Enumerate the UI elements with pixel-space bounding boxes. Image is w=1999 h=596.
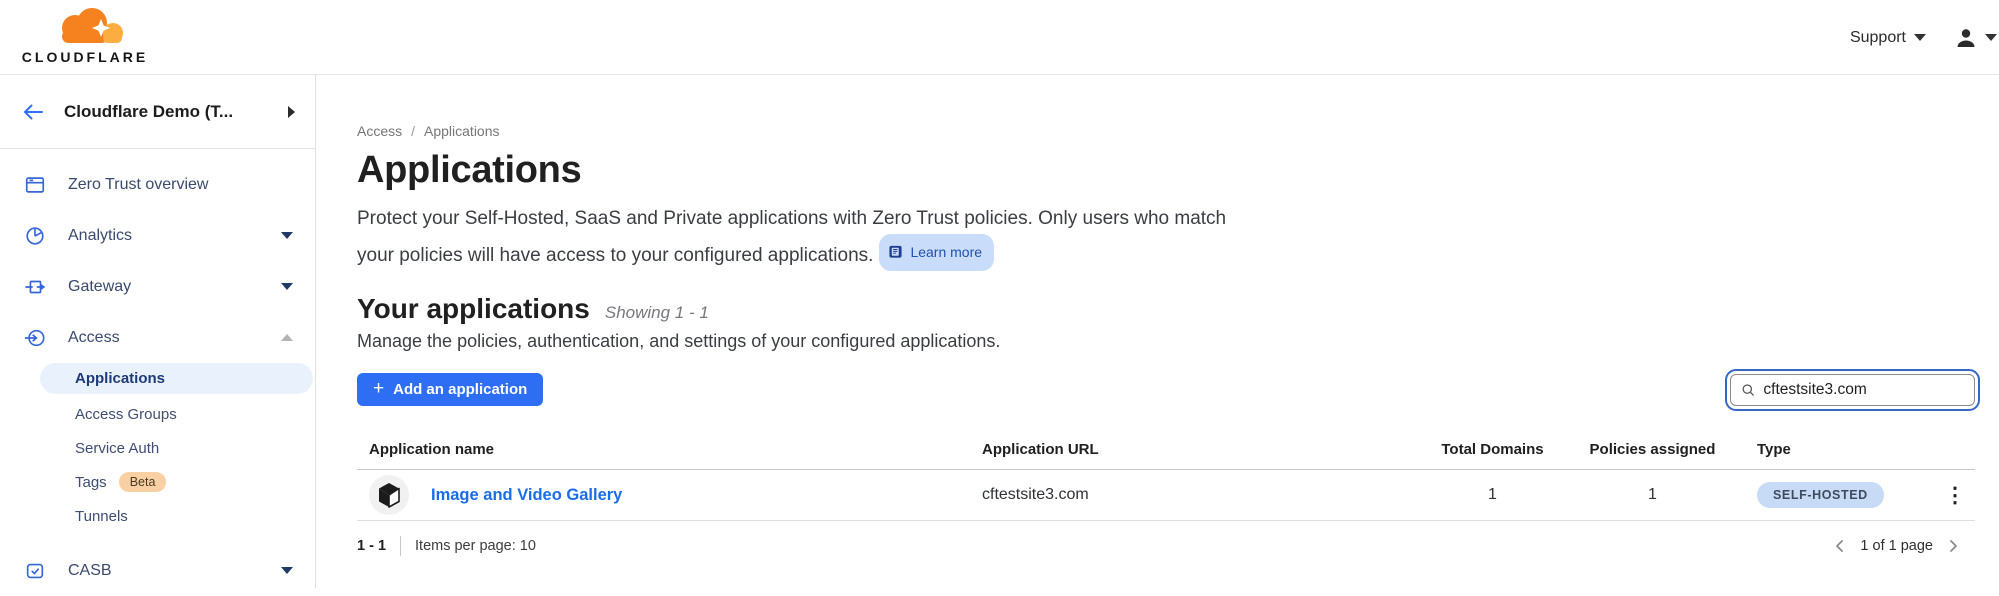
sidebar-item-tags[interactable]: Tags Beta (0, 465, 315, 499)
breadcrumb-applications[interactable]: Applications (424, 123, 500, 139)
previous-page-icon[interactable] (1832, 538, 1848, 554)
section-title: Your applications (357, 293, 590, 325)
learn-more-label: Learn more (910, 237, 982, 267)
sidebar-item-access-groups[interactable]: Access Groups (0, 397, 315, 431)
sub-item-label: Tags (75, 474, 107, 491)
cloudflare-wordmark: CLOUDFLARE (18, 49, 152, 65)
col-policies-assigned: Policies assigned (1560, 441, 1745, 458)
sidebar-item-label: Access (68, 329, 259, 347)
application-cube-icon (369, 475, 409, 515)
chevron-down-icon (1985, 34, 1997, 41)
book-icon (888, 245, 903, 259)
sidebar-item-service-auth[interactable]: Service Auth (0, 431, 315, 465)
applications-table: Application name Application URL Total D… (357, 430, 1975, 521)
account-switcher[interactable]: Cloudflare Demo (T... (0, 75, 315, 149)
col-application-url: Application URL (970, 441, 1425, 458)
sub-item-label: Applications (75, 370, 165, 387)
login-arrow-icon (24, 327, 46, 349)
page-info: 1 of 1 page (1860, 538, 1933, 554)
col-type: Type (1745, 441, 1935, 458)
chevron-down-icon (1914, 34, 1926, 41)
main-content: Access / Applications Applications Prote… (316, 75, 1999, 588)
sidebar-item-casb[interactable]: CASB (0, 545, 315, 596)
sidebar-item-label: CASB (68, 562, 259, 580)
type-badge: SELF-HOSTED (1757, 482, 1884, 508)
sidebar-nav: Zero Trust overview Analytics Gateway (0, 149, 315, 596)
expand-account-icon[interactable] (288, 106, 295, 118)
back-arrow-icon[interactable] (22, 103, 44, 121)
gateway-icon (24, 276, 46, 298)
page-description: Protect your Self-Hosted, SaaS and Priva… (357, 204, 1242, 271)
breadcrumb-separator: / (411, 123, 415, 139)
pagination-bar: 1 - 1 Items per page: 10 1 of 1 page (357, 536, 1975, 556)
application-name-link[interactable]: Image and Video Gallery (431, 486, 622, 505)
divider (400, 536, 401, 556)
search-icon (1741, 382, 1755, 398)
row-actions-kebab-icon[interactable]: ⋮ (1935, 485, 1975, 506)
next-page-icon[interactable] (1945, 538, 1961, 554)
support-label: Support (1850, 29, 1906, 47)
breadcrumb-access[interactable]: Access (357, 123, 402, 139)
add-application-label: Add an application (393, 381, 527, 398)
sidebar-item-label: Zero Trust overview (68, 176, 293, 194)
policies-assigned-cell: 1 (1560, 486, 1745, 504)
learn-more-badge[interactable]: Learn more (879, 234, 994, 271)
browser-window-icon (24, 174, 46, 196)
sidebar-item-access[interactable]: Access (0, 312, 315, 363)
sidebar-item-gateway[interactable]: Gateway (0, 261, 315, 312)
sidebar-item-label: Analytics (68, 227, 259, 245)
sidebar-item-analytics[interactable]: Analytics (0, 210, 315, 261)
table-row: Image and Video Gallery cftestsite3.com … (357, 470, 1975, 521)
items-range: 1 - 1 (357, 538, 386, 554)
description-text: Protect your Self-Hosted, SaaS and Priva… (357, 208, 1226, 266)
application-url-cell: cftestsite3.com (970, 486, 1425, 504)
user-menu[interactable] (1954, 26, 1997, 50)
sidebar: Cloudflare Demo (T... Zero Trust overvie… (0, 75, 316, 588)
chevron-down-icon[interactable] (281, 567, 293, 574)
support-menu[interactable]: Support (1850, 29, 1926, 47)
user-icon (1954, 26, 1978, 50)
items-per-page: Items per page: 10 (415, 538, 536, 554)
plus-icon: + (373, 379, 384, 398)
sub-item-label: Service Auth (75, 440, 159, 457)
add-application-button[interactable]: + Add an application (357, 373, 543, 406)
col-total-domains: Total Domains (1425, 441, 1560, 458)
breadcrumb: Access / Applications (357, 123, 1975, 139)
chevron-down-icon[interactable] (281, 283, 293, 290)
page-title: Applications (357, 149, 1975, 192)
section-subtitle: Manage the policies, authentication, and… (357, 331, 1975, 352)
sub-item-label: Access Groups (75, 406, 177, 423)
sub-item-label: Tunnels (75, 508, 128, 525)
chevron-down-icon[interactable] (281, 232, 293, 239)
sidebar-item-label: Gateway (68, 278, 259, 296)
top-header: CLOUDFLARE Support (0, 0, 1999, 75)
col-application-name: Application name (357, 441, 970, 458)
access-subnav: Applications Access Groups Service Auth … (0, 363, 315, 533)
search-box (1730, 374, 1975, 406)
sidebar-item-tunnels[interactable]: Tunnels (0, 499, 315, 533)
pie-chart-icon (24, 225, 46, 247)
beta-badge: Beta (119, 472, 167, 492)
account-name: Cloudflare Demo (T... (64, 102, 268, 122)
showing-count: Showing 1 - 1 (605, 303, 709, 323)
search-input[interactable] (1763, 381, 1964, 399)
cloudflare-logo[interactable]: CLOUDFLARE (18, 6, 152, 68)
sidebar-item-zero-trust-overview[interactable]: Zero Trust overview (0, 159, 315, 210)
chevron-up-icon[interactable] (281, 334, 293, 341)
cloudflare-cloud-icon (37, 6, 133, 48)
total-domains-cell: 1 (1425, 486, 1560, 504)
table-header-row: Application name Application URL Total D… (357, 430, 1975, 470)
check-box-icon (24, 560, 46, 582)
sidebar-item-applications[interactable]: Applications (40, 363, 313, 394)
